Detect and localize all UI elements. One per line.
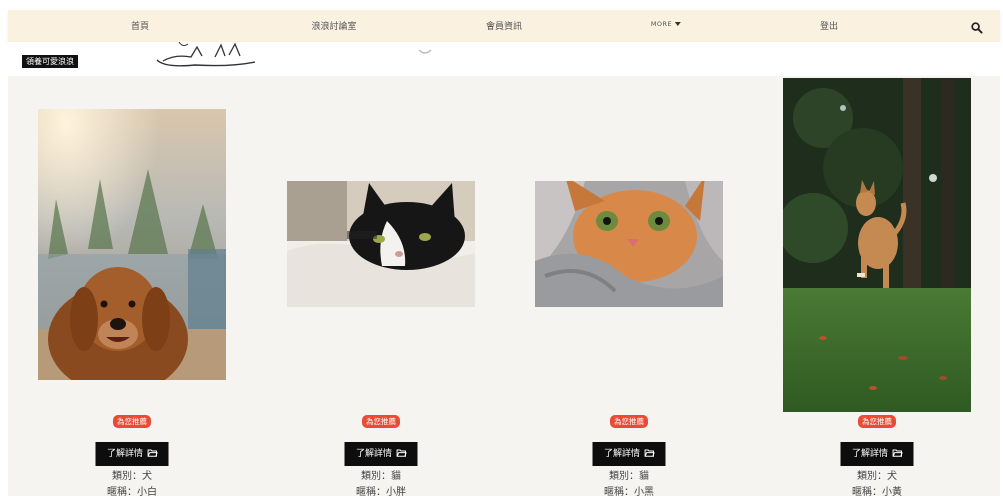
pet-photo-golden-retriever[interactable] xyxy=(38,109,226,380)
nav-home[interactable]: 首頁 xyxy=(131,19,149,32)
recommend-badge: 為您推薦 xyxy=(858,415,896,428)
learn-more-label: 了解詳情 xyxy=(851,449,888,459)
pet-species-3: 類別：貓 xyxy=(609,471,649,482)
pet-species-1: 類別：犬 xyxy=(112,471,152,482)
pet-name-3: 暱稱：小黑 xyxy=(604,487,654,496)
folder-open-icon xyxy=(644,449,654,457)
learn-more-button-4[interactable]: 了解詳情 xyxy=(840,442,914,466)
learn-more-button-3[interactable]: 了解詳情 xyxy=(592,442,666,466)
pet-name-2: 暱稱：小胖 xyxy=(356,487,406,496)
learn-more-button-2[interactable]: 了解詳情 xyxy=(344,442,418,466)
banner-label: 領養可愛浪浪 xyxy=(22,55,78,68)
learn-more-label: 了解詳情 xyxy=(603,449,640,459)
pet-photo-running-dog[interactable] xyxy=(783,78,971,412)
banner-doodle-fragment xyxy=(418,40,432,54)
cat-doodle-illustration xyxy=(155,41,260,68)
folder-open-icon xyxy=(396,449,406,457)
nav-discussion-room[interactable]: 浪浪討論室 xyxy=(311,19,356,32)
pet-species-4: 類別：犬 xyxy=(857,471,897,482)
nav-logout[interactable]: 登出 xyxy=(820,19,838,32)
folder-open-icon xyxy=(892,449,902,457)
learn-more-label: 了解詳情 xyxy=(355,449,392,459)
nav-member-info[interactable]: 會員資訊 xyxy=(486,19,522,32)
caret-down-icon xyxy=(675,22,682,26)
pet-species-2: 類別：貓 xyxy=(361,471,401,482)
recommend-badge: 為您推薦 xyxy=(113,415,151,428)
learn-more-button-1[interactable]: 了解詳情 xyxy=(95,442,169,466)
learn-more-label: 了解詳情 xyxy=(106,449,143,459)
recommend-badge: 為您推薦 xyxy=(362,415,400,428)
pet-photo-black-white-cat[interactable] xyxy=(287,181,475,307)
nav-more-label: MORE xyxy=(650,20,673,28)
search-icon[interactable] xyxy=(970,20,984,34)
pet-photo-orange-tabby-cat[interactable] xyxy=(535,181,723,307)
nav-more-dropdown[interactable]: MORE xyxy=(650,20,682,28)
pet-name-1: 暱稱：小白 xyxy=(107,487,157,496)
pet-name-4: 暱稱：小黃 xyxy=(852,487,902,496)
folder-open-icon xyxy=(147,449,157,457)
recommend-badge: 為您推薦 xyxy=(610,415,648,428)
top-navbar: 首頁 浪浪討論室 會員資訊 MORE 登出 xyxy=(8,10,1000,42)
